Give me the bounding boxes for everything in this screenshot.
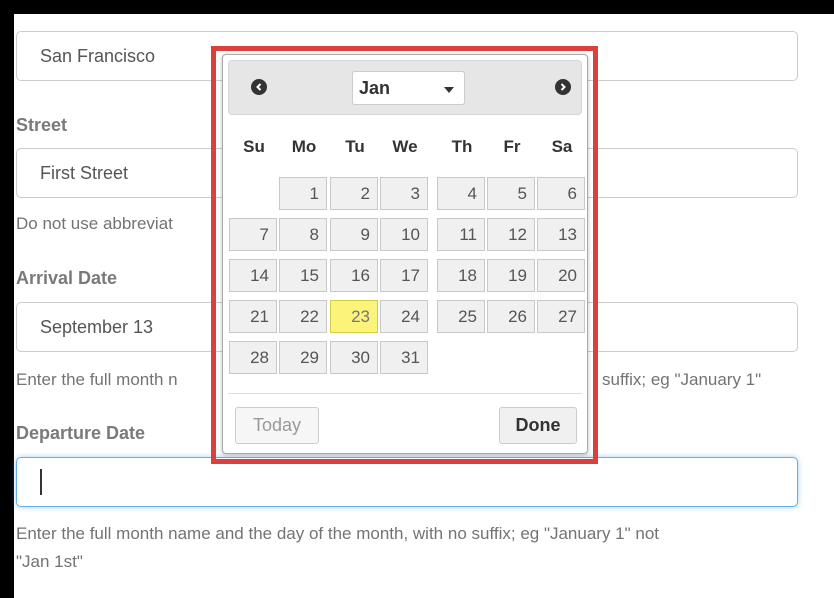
month-select[interactable]: Jan — [352, 71, 465, 105]
calendar-day-24[interactable]: 24 — [380, 300, 428, 333]
calendar-day-20[interactable]: 20 — [537, 259, 585, 292]
departure-date-label: Departure Date — [16, 423, 146, 443]
arrival-date-value: September 13 — [40, 317, 154, 337]
calendar-day-9[interactable]: 9 — [330, 218, 378, 251]
calendar-day-19[interactable]: 19 — [487, 259, 535, 292]
street-help-text: Do not use abbreviat — [16, 214, 173, 233]
done-button[interactable]: Done — [499, 407, 577, 444]
arrival-help-text-right: suffix; eg "January 1" — [602, 370, 762, 389]
weekday-su: Su — [243, 137, 265, 156]
calendar-day-13[interactable]: 13 — [537, 218, 585, 251]
calendar-day-8[interactable]: 8 — [279, 218, 327, 251]
calendar-day-17[interactable]: 17 — [380, 259, 428, 292]
calendar-day-7[interactable]: 7 — [229, 218, 277, 251]
calendar-day-11[interactable]: 11 — [437, 218, 485, 251]
calendar-day-18[interactable]: 18 — [437, 259, 485, 292]
street-label: Street — [16, 115, 68, 135]
chevron-right-circle-icon[interactable] — [555, 79, 571, 95]
weekday-sa: Sa — [551, 137, 573, 156]
calendar-day-12[interactable]: 12 — [487, 218, 535, 251]
calendar-day-5[interactable]: 5 — [487, 177, 535, 210]
calendar-day-21[interactable]: 21 — [229, 300, 277, 333]
weekday-th: Th — [451, 137, 473, 156]
calendar-day-29[interactable]: 29 — [279, 341, 327, 374]
calendar-day-10[interactable]: 10 — [380, 218, 428, 251]
calendar-day-23[interactable]: 23 — [330, 300, 378, 333]
departure-help-text-line1: Enter the full month name and the day of… — [16, 524, 660, 543]
calendar-day-16[interactable]: 16 — [330, 259, 378, 292]
datepicker-divider — [228, 393, 582, 394]
caret-down-icon — [444, 87, 454, 93]
calendar-day-4[interactable]: 4 — [437, 177, 485, 210]
calendar-day-6[interactable]: 6 — [537, 177, 585, 210]
calendar-day-28[interactable]: 28 — [229, 341, 277, 374]
street-input-value: First Street — [40, 163, 129, 183]
text-cursor — [40, 469, 42, 495]
datepicker-header: Jan — [228, 60, 582, 115]
calendar-day-22[interactable]: 22 — [279, 300, 327, 333]
calendar-day-26[interactable]: 26 — [487, 300, 535, 333]
calendar-day-25[interactable]: 25 — [437, 300, 485, 333]
calendar-day-2[interactable]: 2 — [330, 177, 378, 210]
calendar-day-27[interactable]: 27 — [537, 300, 585, 333]
calendar-day-3[interactable]: 3 — [380, 177, 428, 210]
arrival-date-label: Arrival Date — [16, 268, 118, 288]
calendar-day-15[interactable]: 15 — [279, 259, 327, 292]
datepicker-popup: Jan Su Mo Tu We Th Fr Sa 1 2 3 4 5 6 7 8 9 10 11 12 13 14 15… — [222, 54, 588, 454]
city-input-value: San Francisco — [40, 46, 156, 66]
window-frame-left — [0, 0, 14, 598]
today-button[interactable]: Today — [235, 407, 319, 444]
calendar-day-31[interactable]: 31 — [380, 341, 428, 374]
weekday-fr: Fr — [503, 137, 521, 156]
chevron-left-circle-icon[interactable] — [251, 79, 267, 95]
calendar-day-14[interactable]: 14 — [229, 259, 277, 292]
weekday-we: We — [392, 137, 418, 156]
calendar-day-1[interactable]: 1 — [279, 177, 327, 210]
calendar-day-30[interactable]: 30 — [330, 341, 378, 374]
weekday-tu: Tu — [345, 137, 365, 156]
weekday-mo: Mo — [291, 137, 317, 156]
window-frame-top — [0, 0, 834, 14]
month-select-value: Jan — [359, 78, 391, 98]
departure-help-text-line2: "Jan 1st" — [16, 552, 83, 571]
departure-date-input[interactable] — [16, 457, 798, 507]
arrival-help-text-left: Enter the full month n — [16, 370, 178, 389]
